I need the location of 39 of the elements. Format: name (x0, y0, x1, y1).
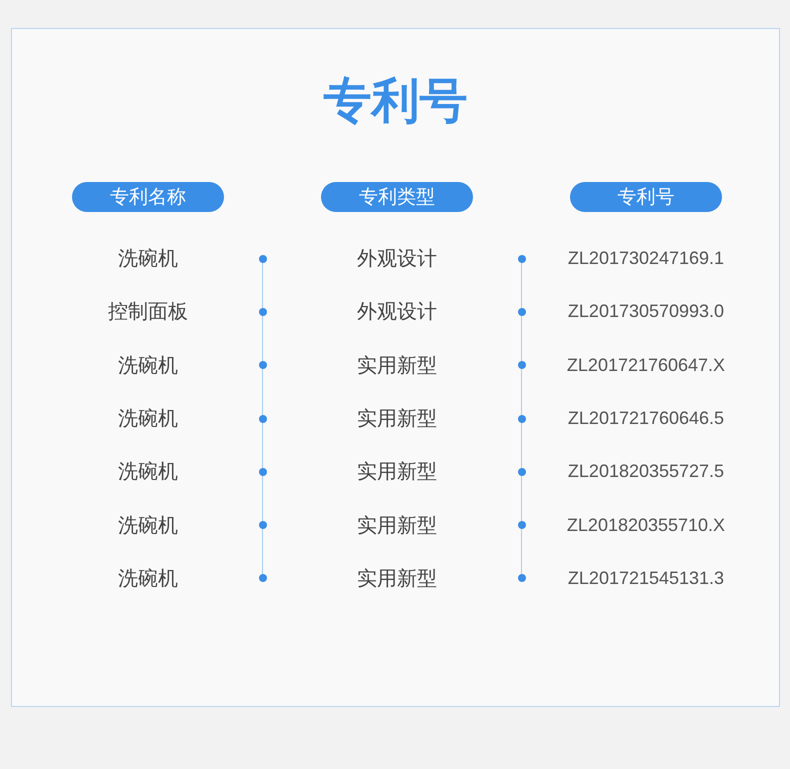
table-cell: 控制面板 (108, 298, 188, 326)
table-cell: 实用新型 (357, 512, 437, 539)
timeline-dot-icon (259, 574, 267, 582)
column-header: 专利号 (570, 182, 722, 212)
timeline-dot-icon (518, 308, 526, 316)
timeline-dot-icon (518, 521, 526, 530)
timeline-dot-icon (518, 254, 526, 263)
timeline-dot-icon (259, 414, 267, 423)
table-cell: 洗碗机 (118, 352, 178, 379)
timeline-dot-icon (518, 361, 526, 370)
column-header: 专利名称 (72, 182, 224, 212)
timeline-dot-icon (259, 468, 267, 476)
table-cell: ZL201721760647.X (566, 354, 726, 376)
table-cell: 洗碗机 (118, 245, 178, 272)
table-cell: ZL201730570993.0 (568, 301, 724, 322)
timeline-dot-icon (259, 254, 267, 263)
table-cell: 洗碗机 (118, 564, 178, 592)
table-cell: 实用新型 (357, 405, 437, 432)
table-cell: 实用新型 (357, 458, 437, 486)
timeline-dot-icon (259, 521, 267, 530)
table-cell: 洗碗机 (118, 458, 178, 486)
timeline-dot-icon (518, 414, 526, 423)
table-cell: 实用新型 (357, 352, 437, 379)
timeline-dot-icon (518, 468, 526, 476)
table-cell: 外观设计 (357, 298, 437, 326)
table-cell: ZL201721760646.5 (568, 408, 724, 430)
table-cell: 洗碗机 (118, 512, 178, 539)
table-cell: ZL201721545131.3 (568, 568, 724, 589)
page-title: 专利号 (322, 72, 468, 131)
timeline-dot-icon (518, 574, 526, 582)
table-cell: 实用新型 (357, 564, 437, 592)
column-header: 专利类型 (321, 182, 473, 212)
table-cell: ZL201820355727.5 (568, 461, 724, 482)
table-cell: 外观设计 (357, 245, 437, 272)
table-cell: ZL201730247169.1 (568, 248, 724, 270)
timeline-dot-icon (259, 308, 267, 316)
table-cell: ZL201820355710.X (566, 514, 726, 536)
table-cell: 洗碗机 (118, 405, 178, 432)
timeline-dot-icon (259, 361, 267, 370)
